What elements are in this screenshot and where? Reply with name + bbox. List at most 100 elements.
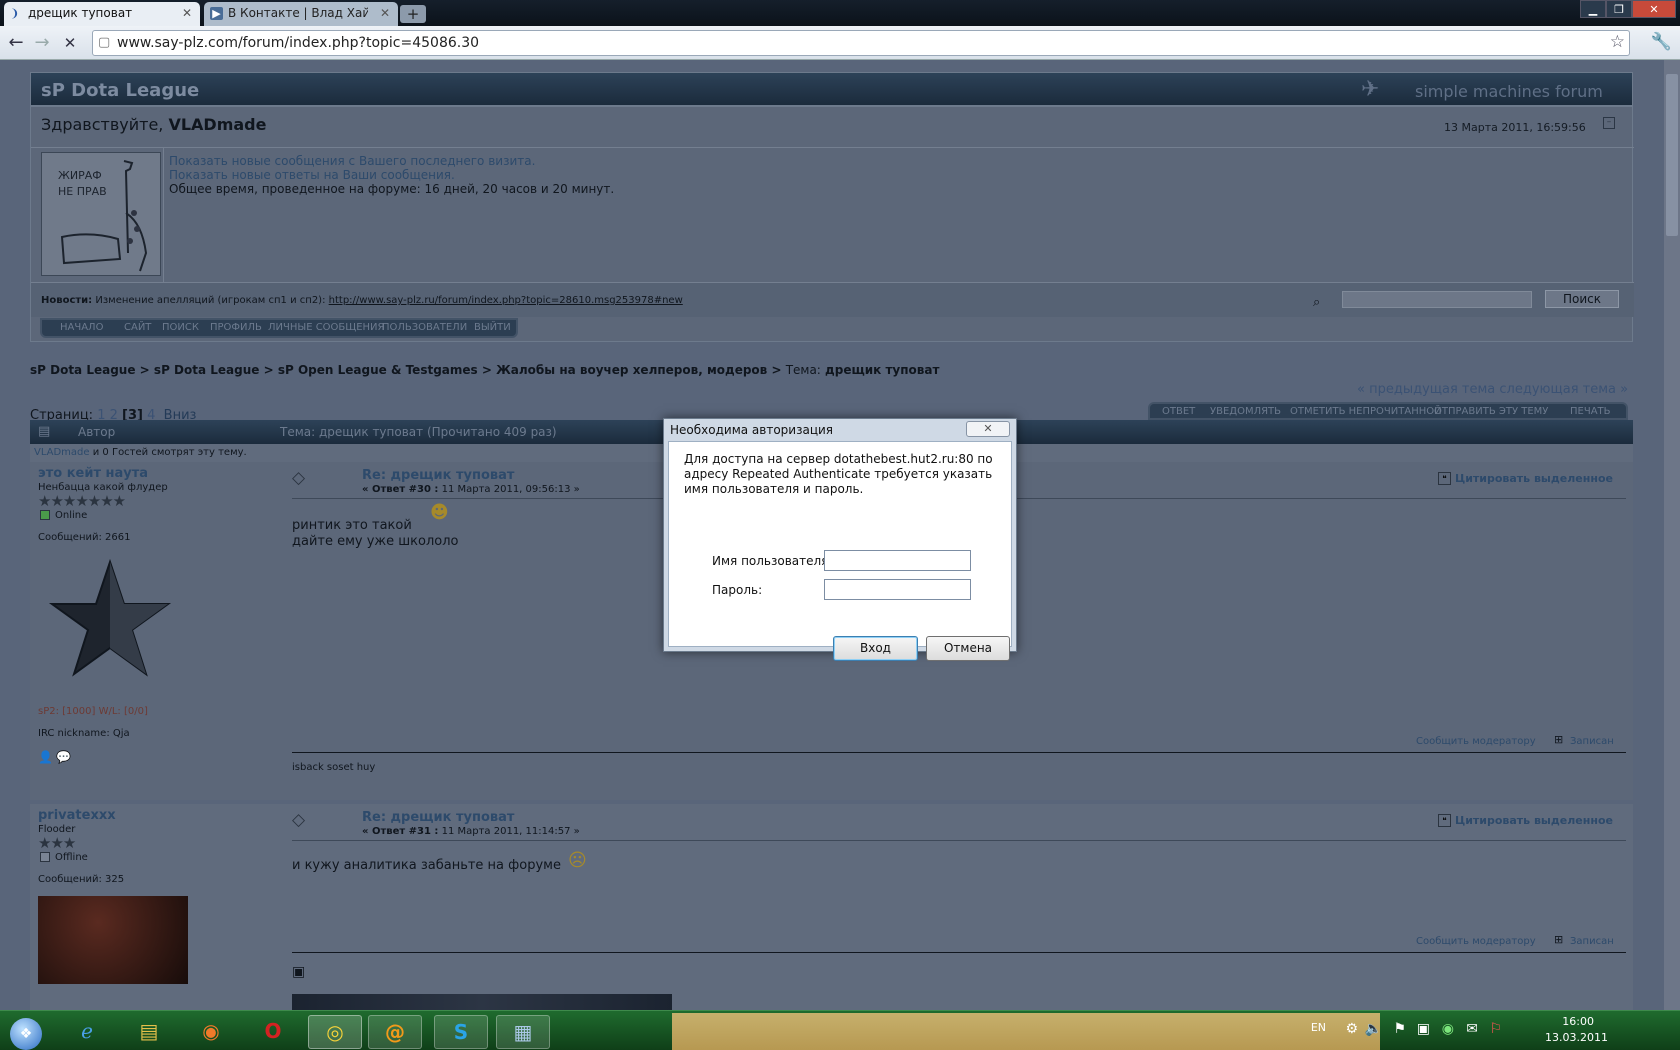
opera-icon[interactable]: O bbox=[246, 1015, 300, 1049]
menu-users[interactable]: ПОЛЬЗОВАТЕЛИ bbox=[382, 322, 467, 333]
logged-icon: ⊞ bbox=[1554, 933, 1564, 946]
tab-close-icon[interactable]: ✕ bbox=[182, 2, 192, 24]
page-scrollbar[interactable] bbox=[1664, 60, 1680, 1010]
file-explorer-icon[interactable]: ▤ bbox=[122, 1015, 176, 1049]
agent-tray-icon[interactable]: ◉ bbox=[1442, 1021, 1454, 1037]
close-window-icon[interactable]: ✕ bbox=[1632, 0, 1676, 18]
firefox-icon[interactable]: ◉ bbox=[184, 1015, 238, 1049]
report-moderator-link[interactable]: Сообщить модератору bbox=[1416, 736, 1536, 747]
post-reply-number: « Ответ #30 : bbox=[362, 484, 439, 495]
action-notify[interactable]: УВЕДОМЛЯТЬ bbox=[1210, 406, 1281, 417]
quote-icon: ❝ bbox=[1438, 814, 1451, 827]
scrollbar-thumb[interactable] bbox=[1666, 74, 1678, 236]
user-avatar: ЖИРАФ НЕ ПРАВ bbox=[41, 152, 161, 276]
clock-time[interactable]: 16:00 bbox=[1562, 1015, 1594, 1028]
flag-icon[interactable]: ⚑ bbox=[1393, 1021, 1406, 1037]
language-indicator[interactable]: EN bbox=[1311, 1021, 1326, 1034]
post-subject[interactable]: Re: дрещик туповат bbox=[362, 810, 514, 825]
smiley-icon: ☹ bbox=[568, 850, 587, 871]
user-panel: Здравствуйте, VLADmade 13 Марта 2011, 16… bbox=[30, 106, 1634, 342]
post-status: Online bbox=[55, 510, 88, 521]
maximize-icon[interactable]: ❐ bbox=[1606, 0, 1632, 18]
security-tray-icon[interactable]: ⚐ bbox=[1489, 1021, 1502, 1037]
link-new-posts[interactable]: Показать новые сообщения с Вашего послед… bbox=[169, 154, 535, 168]
bookmark-star-icon[interactable]: ☆ bbox=[1610, 32, 1625, 52]
back-arrow-icon[interactable]: ← bbox=[4, 32, 28, 54]
viewer-name[interactable]: VLADmade bbox=[34, 447, 90, 458]
profile-icon[interactable]: 👤 bbox=[38, 750, 53, 764]
forum-search-button[interactable]: Поиск bbox=[1545, 290, 1619, 308]
total-time: Общее время, проведенное на форуме: 16 д… bbox=[169, 182, 615, 196]
wrench-menu-icon[interactable]: 🔧 bbox=[1651, 32, 1672, 52]
address-bar[interactable]: ▢ www.say-plz.com/forum/index.php?topic=… bbox=[92, 30, 1630, 56]
rank-stars-icon: ★★★★★★★ bbox=[38, 492, 126, 510]
volume-icon[interactable]: 🔈 bbox=[1365, 1021, 1382, 1037]
forum-search-input[interactable] bbox=[1342, 291, 1532, 308]
quote-selected-button[interactable]: Цитировать выделенное bbox=[1455, 814, 1613, 827]
address-url: www.say-plz.com/forum/index.php?topic=45… bbox=[117, 35, 480, 51]
greeting: Здравствуйте, VLADmade bbox=[41, 115, 266, 134]
breadcrumb-item[interactable]: sP Dota League bbox=[154, 363, 260, 377]
post-icon: ◇ bbox=[292, 468, 306, 488]
dialog-body: Для доступа на сервер dotathebest.hut2.r… bbox=[668, 441, 1012, 661]
post-body-1: ринтик это такой bbox=[292, 518, 412, 533]
tab-close-icon[interactable]: ✕ bbox=[380, 2, 390, 24]
tab-vkontakte[interactable]: ▶ В Контакте | Влад Хайду... ✕ bbox=[204, 2, 398, 26]
report-moderator-link[interactable]: Сообщить модератору bbox=[1416, 936, 1536, 947]
minimize-icon[interactable]: ▁ bbox=[1580, 0, 1606, 18]
taskbar-notification-area bbox=[672, 1013, 1380, 1050]
stop-loading-icon[interactable]: ✕ bbox=[58, 32, 82, 54]
menu-search[interactable]: ПОИСК bbox=[162, 322, 199, 333]
collapse-icon[interactable]: – bbox=[1603, 117, 1615, 129]
chrome-icon[interactable]: ◎ bbox=[308, 1015, 362, 1049]
pm-icon[interactable]: 💬 bbox=[56, 750, 71, 764]
skype-icon[interactable]: S bbox=[434, 1015, 488, 1049]
prev-next-links[interactable]: « предыдущая тема следующая тема » bbox=[1357, 382, 1628, 397]
quote-selected-button[interactable]: Цитировать выделенное bbox=[1455, 472, 1613, 485]
post-author[interactable]: это кейт наута bbox=[38, 466, 148, 481]
menu-logout[interactable]: ВЫЙТИ bbox=[474, 322, 511, 333]
action-reply[interactable]: ОТВЕТ bbox=[1162, 406, 1195, 417]
dialog-title: Необходима авторизация bbox=[670, 423, 834, 437]
col-topic: Тема: дрещик туповат (Прочитано 409 раз) bbox=[280, 425, 557, 439]
clock-date[interactable]: 13.03.2011 bbox=[1545, 1031, 1608, 1044]
breadcrumb-topic-prefix: Тема: bbox=[785, 363, 821, 377]
news-link[interactable]: http://www.say-plz.ru/forum/index.php?to… bbox=[329, 295, 683, 306]
forum-header: sP Dota League ✈ simple machines forum bbox=[30, 72, 1633, 106]
mail-tray-icon[interactable]: ✉ bbox=[1466, 1021, 1478, 1037]
menu-messages[interactable]: ЛИЧНЫЕ СООБЩЕНИЯ bbox=[268, 322, 384, 333]
online-status-icon bbox=[40, 510, 50, 520]
cancel-button[interactable]: Отмена bbox=[926, 636, 1010, 661]
menu-profile[interactable]: ПРОФИЛЬ bbox=[210, 322, 262, 333]
logged-icon: ⊞ bbox=[1554, 733, 1564, 746]
smiley-icon: ☻ bbox=[430, 502, 449, 523]
connection-icon[interactable]: ▣ bbox=[1417, 1021, 1430, 1037]
menu-site[interactable]: САЙТ bbox=[124, 322, 151, 333]
breadcrumb-item[interactable]: sP Dota League bbox=[30, 363, 136, 377]
password-input[interactable] bbox=[824, 579, 971, 600]
forward-arrow-icon[interactable]: → bbox=[30, 32, 54, 54]
login-button[interactable]: Вход bbox=[833, 636, 918, 661]
breadcrumb-item[interactable]: Жалобы на воучер хелперов, модеров bbox=[496, 363, 767, 377]
control-panel-icon[interactable]: ▦ bbox=[496, 1015, 550, 1049]
dialog-close-icon[interactable]: ✕ bbox=[966, 421, 1010, 437]
main-menu: НАЧАЛО САЙТ ПОИСК ПРОФИЛЬ ЛИЧНЫЕ СООБЩЕН… bbox=[40, 318, 518, 338]
tab-active[interactable]: ❩ дрещик туповат ✕ bbox=[4, 2, 200, 26]
network-icon[interactable]: ⚙ bbox=[1345, 1021, 1358, 1037]
action-send-topic[interactable]: ОТПРАВИТЬ ЭТУ ТЕМУ bbox=[1434, 406, 1548, 417]
start-orb-icon[interactable]: ❖ bbox=[0, 1015, 52, 1050]
breadcrumb-item[interactable]: sP Open League & Testgames bbox=[278, 363, 478, 377]
action-mark-unread[interactable]: ОТМЕТИТЬ НЕПРОЧИТАННОЙ bbox=[1290, 406, 1442, 417]
link-new-replies[interactable]: Показать новые ответы на Ваши сообщения. bbox=[169, 168, 455, 182]
username-input[interactable] bbox=[824, 550, 971, 571]
post-author[interactable]: privatexxx bbox=[38, 808, 116, 823]
menu-home[interactable]: НАЧАЛО bbox=[60, 322, 103, 333]
new-tab-button[interactable]: + bbox=[400, 5, 426, 23]
action-print[interactable]: ПЕЧАТЬ bbox=[1570, 406, 1611, 417]
mail-agent-icon[interactable]: @ bbox=[368, 1015, 422, 1049]
internet-explorer-icon[interactable]: ℯ bbox=[60, 1015, 114, 1049]
post-subject[interactable]: Re: дрещик туповат bbox=[362, 468, 514, 483]
post-body-2: дайте ему уже школоло bbox=[292, 534, 459, 549]
signature-image-icon: ▣ bbox=[292, 964, 306, 980]
user-info-box: ЖИРАФ НЕ ПРАВ Показать новые сообщения с… bbox=[31, 147, 1634, 283]
